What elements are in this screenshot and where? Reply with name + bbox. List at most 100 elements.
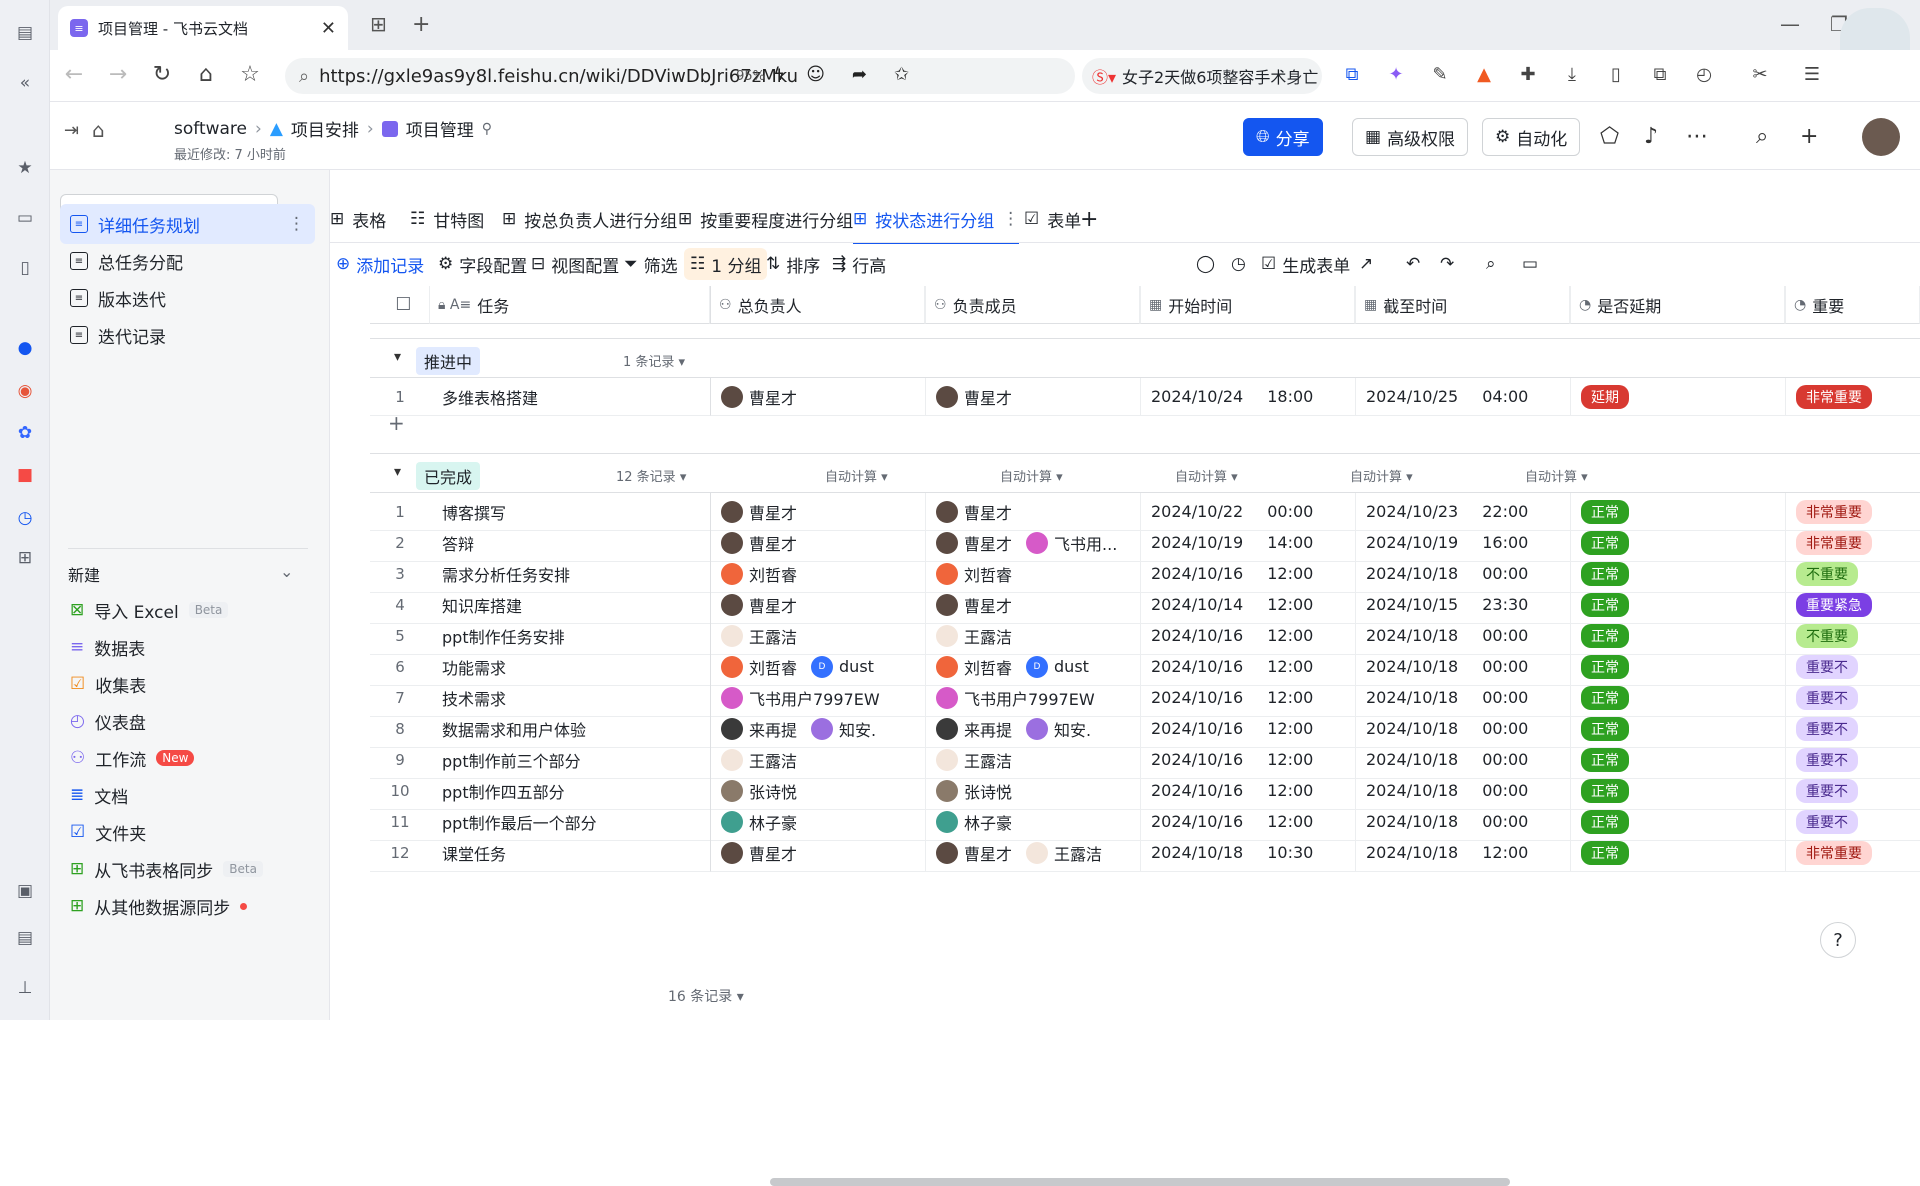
group-header[interactable]: ▾ 推进中 1 条记录 ▾ xyxy=(370,338,1920,378)
zoom-level[interactable]: 95% xyxy=(736,69,765,84)
search-doc-icon[interactable]: ⌕ xyxy=(1756,124,1768,149)
advanced-permission-button[interactable]: ▦ 高级权限 xyxy=(1352,118,1469,156)
share-button[interactable]: 🌐︎ 分享 xyxy=(1243,118,1323,156)
member-cell[interactable]: 曹星才 王露洁 xyxy=(925,834,1140,872)
find-icon[interactable]: ⌕ xyxy=(1480,248,1502,280)
create-6[interactable]: ≣ 文档 xyxy=(60,775,315,815)
auto-calc[interactable]: 自动计算 ▾ xyxy=(825,466,888,485)
auto-calc[interactable]: 自动计算 ▾ xyxy=(1175,466,1238,485)
clock-icon[interactable]: ◷ xyxy=(12,505,38,531)
owner-cell[interactable]: 曹星才 xyxy=(710,834,925,872)
avatar[interactable] xyxy=(1862,118,1900,156)
sidebar-table-item[interactable]: ≡ 详细任务规划 ⋮ xyxy=(60,204,315,244)
share-arrow-icon[interactable]: ➦ xyxy=(852,64,867,85)
tab-group-icon[interactable]: ⊞ xyxy=(370,12,387,36)
view-tab[interactable]: ⊞ 按总负责人进行分组 xyxy=(502,200,677,238)
collapse-group-icon[interactable]: ▾ xyxy=(394,349,401,365)
bag-icon[interactable]: ▤ xyxy=(12,925,38,951)
minimize-icon[interactable]: — xyxy=(1780,12,1800,36)
comment-icon[interactable]: ▭ xyxy=(1516,248,1544,280)
extensions-icon[interactable]: ✚ xyxy=(1516,64,1540,88)
create-8[interactable]: ⊞ 从飞书表格同步 Beta xyxy=(60,849,315,889)
end-cell[interactable]: 2024/10/18 12:00 xyxy=(1355,834,1570,872)
col-task[interactable]: 🔒︎ A≡ 任务 xyxy=(430,286,710,324)
lightning-icon[interactable]: ϟ xyxy=(773,64,785,85)
group-button[interactable]: ☷ 1 分组 xyxy=(684,248,768,280)
sidebar-table-item[interactable]: ≡ 版本迭代 xyxy=(60,278,315,318)
view-tab[interactable]: ☑ 表单 xyxy=(1024,200,1081,238)
create-2[interactable]: ≡ 数据表 xyxy=(60,627,315,667)
folder-icon[interactable]: ▭ xyxy=(12,205,38,231)
select-all-checkbox[interactable]: ☐ xyxy=(370,286,430,324)
footer-record-count[interactable]: 16 条记录 ▾ xyxy=(668,986,744,1006)
undo-icon[interactable]: ↶ xyxy=(1400,248,1426,280)
view-tab[interactable]: ⊞ 表格 xyxy=(330,200,386,238)
forward-icon[interactable]: → xyxy=(104,62,132,87)
back-icon[interactable]: ← xyxy=(60,62,88,87)
group-header[interactable]: ▾ 已完成 12 条记录 ▾ 自动计算 ▾ 自动计算 ▾ 自动计算 ▾ 自动计算 ▾ 自动计算… xyxy=(370,453,1920,493)
create-1[interactable]: ⊠ 导入 Excel Beta xyxy=(60,590,315,630)
add-app-icon[interactable]: ⊞ xyxy=(12,545,38,571)
redo-icon[interactable]: ↷ xyxy=(1434,248,1460,280)
translate-icon[interactable]: ⧉ xyxy=(1340,64,1364,88)
col-delay[interactable]: ◔ 是否延期 xyxy=(1570,286,1785,324)
view-tab[interactable]: ☷ 甘特图 xyxy=(410,200,484,238)
briefcase-icon[interactable]: ▣ xyxy=(12,878,38,904)
sidebar-table-item[interactable]: ≡ 迭代记录 xyxy=(60,315,315,355)
auto-calc[interactable]: 自动计算 ▾ xyxy=(1525,466,1588,485)
sidebar-table-item[interactable]: ≡ 总任务分配 xyxy=(60,241,315,281)
add-row-button[interactable]: + xyxy=(370,409,1920,439)
app-icon-1[interactable]: ● xyxy=(12,335,38,361)
create-9[interactable]: ⊞ 从其他数据源同步 xyxy=(60,886,315,926)
share-view-icon[interactable]: ↗ xyxy=(1353,248,1379,280)
view-config-button[interactable]: ⊟ 视图配置 xyxy=(525,248,625,280)
history-view-icon[interactable]: ◷ xyxy=(1225,248,1252,280)
site-info-icon[interactable]: ⌕ xyxy=(299,66,309,87)
workspace-icon[interactable]: ▤ xyxy=(12,20,38,46)
table-row[interactable]: 12 课堂任务 曹星才 曹星才 王露洁 2024/10/18 10:30 2024/10/18… xyxy=(370,834,1920,872)
add-record-button[interactable]: ⊕ 添加记录 xyxy=(330,248,430,280)
filter-button[interactable]: ⏷ 筛选 xyxy=(618,248,684,280)
generate-form-button[interactable]: ☑ 生成表单 xyxy=(1255,248,1356,280)
browser-tab[interactable]: ≡ 项目管理 - 飞书云文档 ✕ xyxy=(58,6,348,50)
field-config-button[interactable]: ⚙ 字段配置 xyxy=(432,248,533,280)
col-owner[interactable]: ⚇ 总负责人 xyxy=(710,286,925,324)
delay-cell[interactable]: 正常 xyxy=(1570,834,1785,872)
view-tab[interactable]: ⊞ 按状态进行分组 ⋮ xyxy=(853,200,1020,244)
paw-icon[interactable]: ✿ xyxy=(12,420,38,446)
auto-calc[interactable]: 自动计算 ▾ xyxy=(1000,466,1063,485)
automation-button[interactable]: ⚙ 自动化 xyxy=(1482,118,1581,156)
create-3[interactable]: ☑ 收集表 xyxy=(60,664,315,704)
history-icon[interactable]: ◴ xyxy=(1692,64,1716,88)
bell-icon[interactable]: ♪ xyxy=(1644,124,1658,149)
plugin-icon[interactable]: ⬠ xyxy=(1600,124,1619,149)
collapse-icon[interactable]: « xyxy=(12,70,38,96)
importance-cell[interactable]: 非常重要 xyxy=(1785,834,1920,872)
search-suggestion-field[interactable]: Ⓢ▾ 女子2天做6项整容手术身亡 xyxy=(1082,58,1322,94)
ai-assistant-icon[interactable]: ◯ xyxy=(1190,248,1221,280)
ai-icon[interactable]: ✦ xyxy=(1384,64,1408,88)
help-button[interactable]: ? xyxy=(1820,922,1856,958)
app-icon-3[interactable]: ■ xyxy=(12,462,38,488)
emoji-icon[interactable]: ☺ xyxy=(806,64,825,85)
create-7[interactable]: ☑ 文件夹 xyxy=(60,812,315,852)
sort-button[interactable]: ⇅ 排序 xyxy=(760,248,826,280)
app-icon-2[interactable]: ◉ xyxy=(12,378,38,404)
pdf-icon[interactable]: ▲ xyxy=(1472,64,1496,88)
download-icon[interactable]: ⤓ xyxy=(1560,64,1584,88)
more-icon[interactable]: ⋯ xyxy=(1686,124,1708,149)
favorite-icon[interactable]: ✩ xyxy=(894,64,909,85)
search-engine-icon[interactable]: Ⓢ▾ xyxy=(1092,64,1116,88)
favorites-icon[interactable]: ★ xyxy=(12,155,38,181)
group-count[interactable]: 12 条记录 ▾ xyxy=(616,466,686,485)
new-tab-icon[interactable]: + xyxy=(412,12,430,37)
screenshot-icon[interactable]: ⧉ xyxy=(1648,64,1672,88)
create-4[interactable]: ◴ 仪表盘 xyxy=(60,701,315,741)
col-member[interactable]: ⚇ 负责成员 xyxy=(925,286,1140,324)
home-icon[interactable]: ⌂ xyxy=(192,62,220,87)
col-end[interactable]: ▦ 截至时间 xyxy=(1355,286,1570,324)
col-imp[interactable]: ◔ 重要 xyxy=(1785,286,1920,324)
reload-icon[interactable]: ↻ xyxy=(148,62,176,87)
bookmark-icon[interactable]: ☆ xyxy=(236,62,264,87)
crumb-current[interactable]: 项目管理 xyxy=(406,116,474,141)
